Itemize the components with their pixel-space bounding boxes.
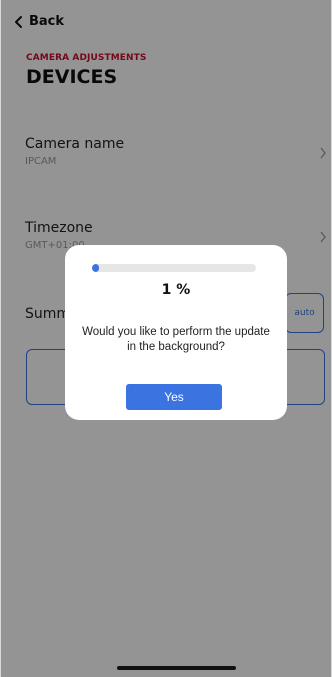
home-indicator	[117, 666, 236, 670]
update-dialog: 1 % Would you like to perform the update…	[65, 245, 287, 420]
yes-button[interactable]: Yes	[126, 384, 222, 410]
app-screen: Back CAMERA ADJUSTMENTS DEVICES Camera n…	[0, 0, 332, 677]
dialog-message: Would you like to perform the update in …	[82, 326, 270, 353]
progress-bar	[92, 264, 256, 272]
progress-fill	[92, 264, 99, 272]
progress-percent: 1 %	[161, 282, 191, 298]
